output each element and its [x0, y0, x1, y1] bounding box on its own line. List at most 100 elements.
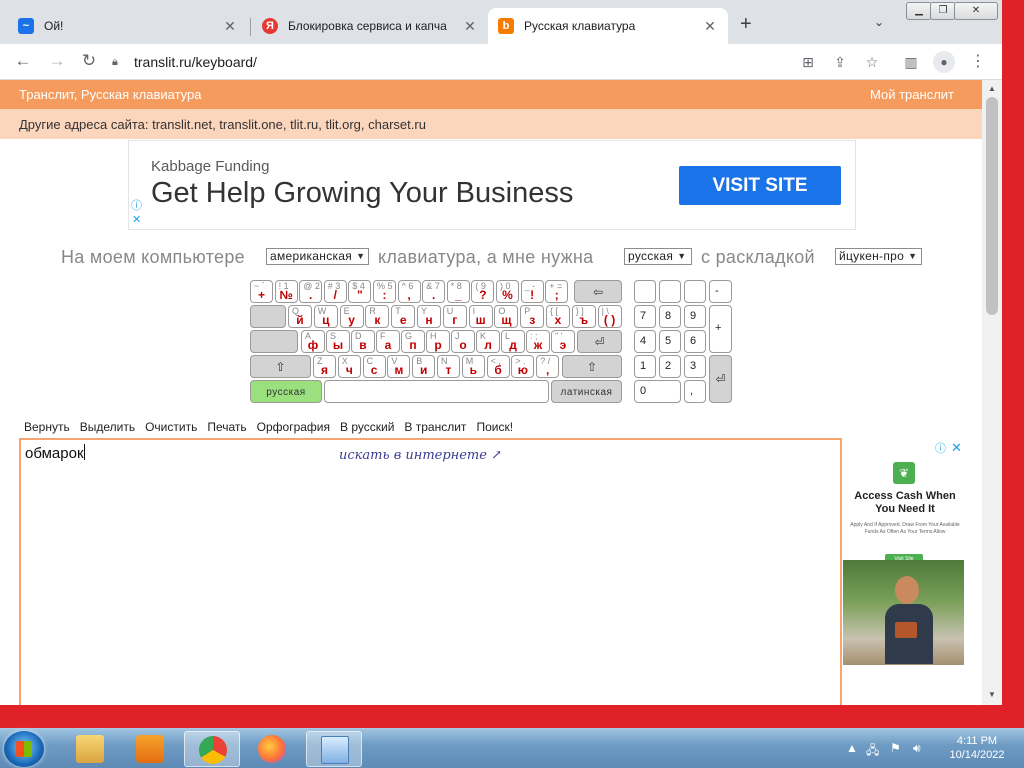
- numpad-blank-key[interactable]: [659, 280, 681, 303]
- key-row3-5[interactable]: Hр: [426, 330, 450, 353]
- key-row1-5[interactable]: % 5:: [373, 280, 396, 303]
- target-keyboard-select[interactable]: русская ▼: [624, 248, 692, 265]
- backspace-key[interactable]: ⇦: [574, 280, 622, 303]
- profile-avatar-icon[interactable]: ●: [933, 51, 955, 73]
- share-icon[interactable]: ⇪: [830, 52, 850, 72]
- tool-link-7[interactable]: Поиск!: [476, 420, 513, 434]
- numpad-4-key[interactable]: 4: [634, 330, 656, 353]
- key-row1-1[interactable]: ! 1 №: [274, 280, 298, 303]
- key-row3-0[interactable]: Aф: [301, 330, 325, 353]
- address-bar[interactable]: 🔒︎ translit.ru/keyboard/: [112, 49, 882, 75]
- tool-link-5[interactable]: В русский: [340, 420, 394, 434]
- key-row2-12[interactable]: | \( ): [597, 305, 622, 328]
- tab-2[interactable]: Я Блокировка сервиса и капча ✕: [252, 8, 488, 44]
- key-row3-2[interactable]: Dв: [351, 330, 375, 353]
- taskbar-firefox[interactable]: [244, 731, 300, 767]
- reload-icon[interactable]: ↻: [78, 50, 100, 72]
- forward-arrow-icon[interactable]: →: [46, 50, 68, 72]
- tool-link-6[interactable]: В транслит: [404, 420, 466, 434]
- numpad-comma-key[interactable]: ,: [684, 380, 706, 403]
- start-button[interactable]: [4, 731, 44, 767]
- numpad-blank-key[interactable]: [634, 280, 656, 303]
- key-row3-8[interactable]: Lд: [501, 330, 525, 353]
- numpad-3-key[interactable]: 3: [684, 355, 706, 378]
- numpad-2-key[interactable]: 2: [659, 355, 681, 378]
- key-row3-6[interactable]: Jо: [451, 330, 475, 353]
- key-row2-11[interactable]: } ] ъ: [571, 305, 596, 328]
- key-row3-1[interactable]: Sы: [326, 330, 350, 353]
- volume-icon[interactable]: 🔊︎: [913, 741, 921, 756]
- key-row3-9[interactable]: : ; ж: [526, 330, 550, 353]
- ad-info-icon[interactable]: ⓘ: [935, 440, 946, 456]
- space-key[interactable]: [324, 380, 549, 403]
- key-row1-11[interactable]: _ -!: [520, 280, 544, 303]
- key-row4-3[interactable]: Vм: [387, 355, 411, 378]
- key-row3-4[interactable]: Gп: [401, 330, 425, 353]
- key-row2-8[interactable]: Oщ: [494, 305, 519, 328]
- text-editor[interactable]: обмарок искать в интернете ↗: [19, 438, 842, 705]
- scroll-thumb[interactable]: [986, 97, 998, 315]
- key-row1-9[interactable]: ( 9?: [471, 280, 495, 303]
- system-clock[interactable]: 4:11 PM 10/14/2022: [946, 734, 1008, 762]
- key-row3-3[interactable]: Fа: [376, 330, 400, 353]
- tab-1[interactable]: ~ Ой! ✕: [8, 8, 248, 44]
- key-row4-8[interactable]: > .ю: [511, 355, 535, 378]
- new-tab-icon[interactable]: +: [740, 14, 752, 34]
- numpad-5-key[interactable]: 5: [659, 330, 681, 353]
- ad-close-icon[interactable]: ✕: [951, 440, 962, 456]
- key-row2-3[interactable]: Rк: [365, 305, 390, 328]
- taskbar-chrome[interactable]: [184, 731, 240, 767]
- key-row1-6[interactable]: ^ 6,: [397, 280, 421, 303]
- tool-link-2[interactable]: Очистить: [145, 420, 197, 434]
- ad-close-icon[interactable]: ✕: [132, 213, 141, 226]
- bookmark-star-icon[interactable]: ☆: [862, 52, 882, 72]
- key-row2-6[interactable]: Uг: [442, 305, 467, 328]
- left-shift-key[interactable]: ⇧: [250, 355, 311, 378]
- site-title-link[interactable]: Транслит, Русская клавиатура: [19, 87, 202, 102]
- action-center-icon[interactable]: ⚑: [890, 741, 901, 755]
- taskbar-media-player[interactable]: [122, 731, 178, 767]
- key-row1-4[interactable]: $ 4 ": [348, 280, 372, 303]
- numpad-minus-key[interactable]: -: [709, 280, 732, 303]
- numpad-enter-key[interactable]: ⏎: [709, 355, 732, 403]
- tab-3-active[interactable]: b Русская клавиатура ✕: [488, 8, 728, 44]
- key-row1-3[interactable]: # 3/: [323, 280, 347, 303]
- search-internet-hint[interactable]: искать в интернете ↗: [339, 448, 502, 463]
- ad-info-icon[interactable]: ⓘ: [131, 197, 142, 213]
- kebab-menu-icon[interactable]: ⋮: [968, 52, 988, 72]
- tab-search-icon[interactable]: ⌄: [874, 15, 884, 29]
- taskbar-control-panel[interactable]: [306, 731, 362, 767]
- key-row4-6[interactable]: Mь: [461, 355, 485, 378]
- url-text[interactable]: translit.ru/keyboard/: [134, 54, 257, 70]
- translate-icon[interactable]: ⊞: [798, 52, 818, 72]
- side-ad[interactable]: ⓘ ✕ ❦ Access Cash When You Need It Apply…: [843, 438, 967, 688]
- back-arrow-icon[interactable]: ←: [12, 50, 34, 72]
- numpad-plus-key[interactable]: +: [709, 305, 732, 353]
- scroll-down-icon[interactable]: ▼: [982, 690, 1002, 699]
- key-row1-10[interactable]: ) 0%: [496, 280, 519, 303]
- minimize-button[interactable]: ▁: [906, 2, 932, 20]
- key-row4-0[interactable]: Zя: [313, 355, 336, 378]
- close-icon[interactable]: ✕: [462, 18, 478, 35]
- key-row4-2[interactable]: Cс: [362, 355, 386, 378]
- close-icon[interactable]: ✕: [222, 18, 238, 35]
- visit-site-button[interactable]: VISIT SITE: [679, 166, 841, 205]
- key-row4-7[interactable]: < ,б: [486, 355, 510, 378]
- key-row3-10[interactable]: " ' э: [551, 330, 575, 353]
- numpad-9-key[interactable]: 9: [684, 305, 706, 328]
- page-scrollbar[interactable]: ▲ ▼: [982, 80, 1002, 705]
- key-row1-0[interactable]: ~ ` +: [250, 280, 273, 303]
- key-row2-1[interactable]: Wц: [313, 305, 338, 328]
- editor-content[interactable]: обмарок: [25, 444, 85, 462]
- numpad-8-key[interactable]: 8: [659, 305, 681, 328]
- key-row4-5[interactable]: Nт: [437, 355, 460, 378]
- restore-button[interactable]: ❐: [930, 2, 956, 20]
- key-row4-4[interactable]: Bи: [412, 355, 436, 378]
- layout-select[interactable]: йцукен-про ▼: [835, 248, 922, 265]
- key-row2-2[interactable]: Eу: [339, 305, 364, 328]
- close-icon[interactable]: ✕: [702, 18, 718, 35]
- key-row2-4[interactable]: Tе: [391, 305, 416, 328]
- tab-key[interactable]: [250, 305, 286, 328]
- key-row4-9[interactable]: ? /,: [536, 355, 560, 378]
- key-row1-12[interactable]: + =;: [545, 280, 569, 303]
